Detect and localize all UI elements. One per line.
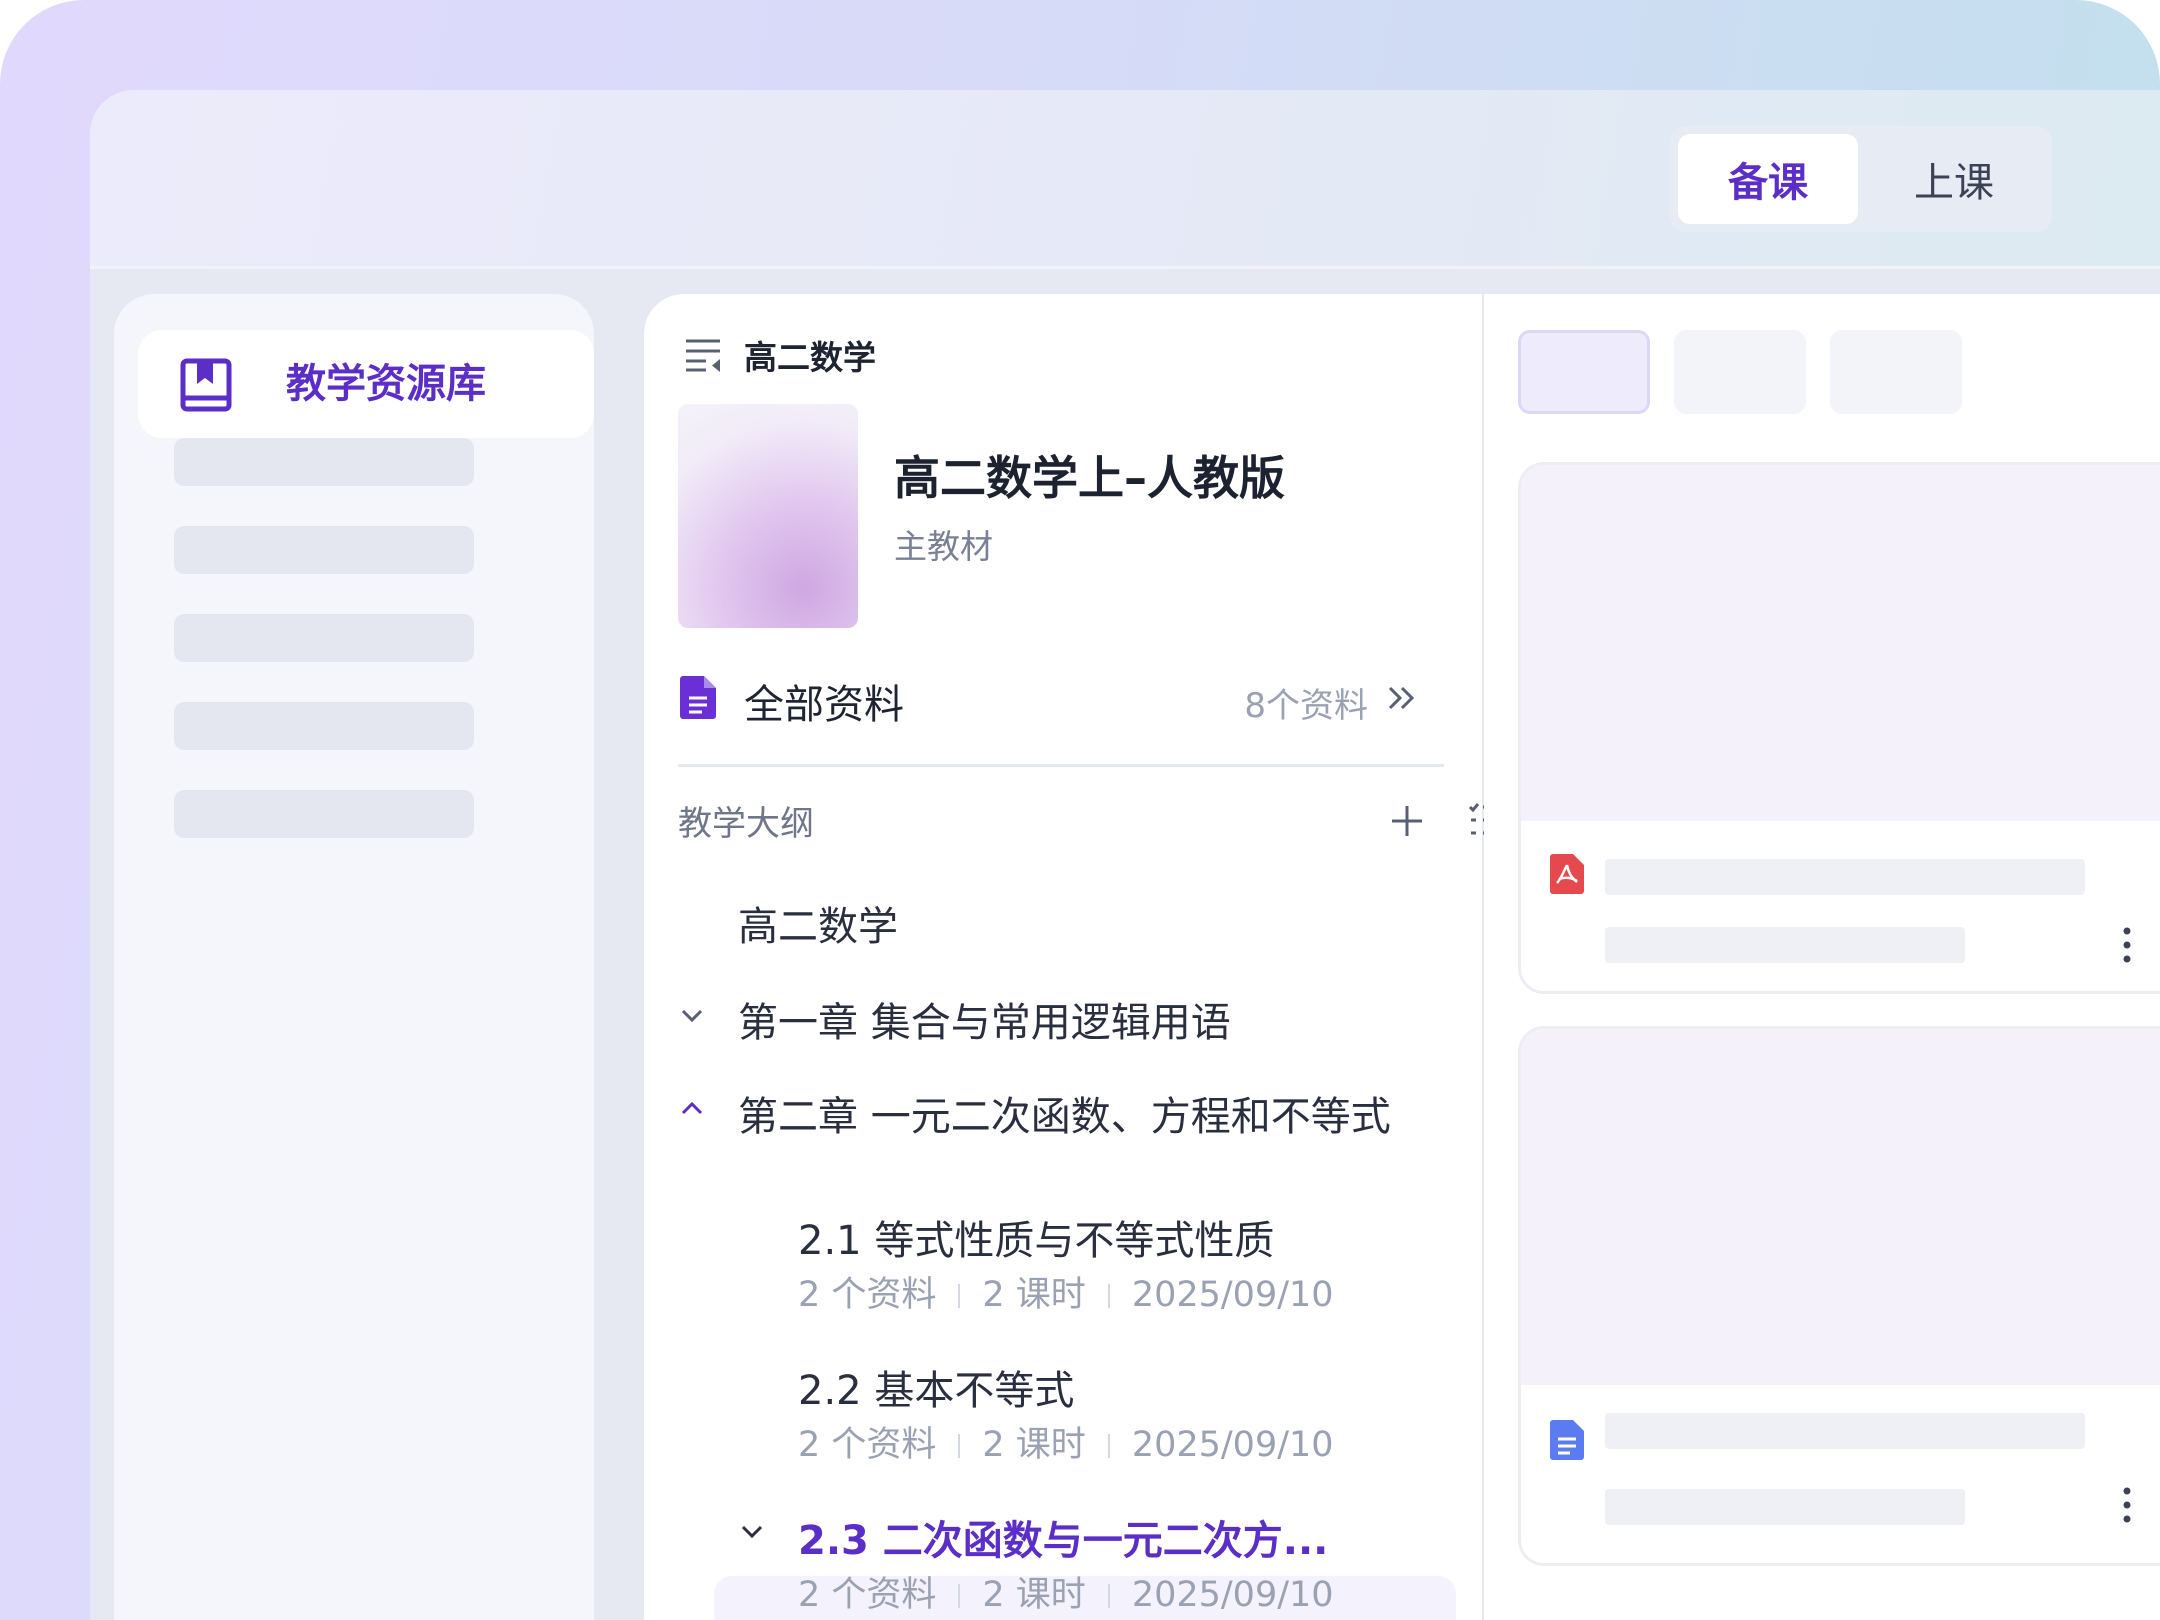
collapse-menu-icon <box>686 339 720 372</box>
sidebar-placeholder <box>174 438 474 486</box>
outline-label: 教学大纲 <box>678 804 814 844</box>
meta-placeholder <box>1605 1489 1965 1525</box>
chapter-2[interactable]: 第二章 一元二次函数、方程和不等式 <box>738 1084 1391 1142</box>
chevron-down-icon[interactable] <box>678 1002 706 1030</box>
section-2-1-meta: 2 个资料 2 课时 2025/09/10 <box>798 1275 1334 1315</box>
book-icon <box>180 358 232 412</box>
title-placeholder <box>1605 1413 2085 1449</box>
book-title: 高二数学上–人教版 <box>894 451 1285 505</box>
chevron-up-icon[interactable] <box>678 1094 706 1122</box>
outline-panel: 高二数学 高二数学上–人教版 主教材 全部资料 8个资料 教学大纲 高二数学 第… <box>644 294 1504 1620</box>
section-2-2-meta: 2 个资料 2 课时 2025/09/10 <box>798 1425 1334 1465</box>
materials-count: 8个资料 <box>1244 686 1368 726</box>
title-placeholder <box>1605 859 2085 895</box>
section-2-3[interactable]: 2.3 二次函数与一元二次方... <box>798 1508 1328 1566</box>
pdf-file-icon <box>1550 854 1584 894</box>
section-2-1[interactable]: 2.1 等式性质与不等式性质 <box>798 1208 1274 1266</box>
document-icon <box>680 676 716 719</box>
section-2-2[interactable]: 2.2 基本不等式 <box>798 1358 1074 1416</box>
app-background: 备课 上课 教学资源库 高二数学 高二数学上–人教版 主教材 全部资料 8个资料… <box>0 0 2160 1620</box>
outline-root[interactable]: 高二数学 <box>738 894 898 952</box>
material-card[interactable] <box>1518 462 2160 994</box>
all-materials-label: 全部资料 <box>744 682 904 728</box>
add-icon[interactable] <box>1390 804 1424 838</box>
sidebar-placeholder <box>174 526 474 574</box>
material-thumbnail <box>1521 1029 2160 1385</box>
all-materials-row[interactable]: 全部资料 8个资料 <box>678 664 1458 734</box>
subject-header[interactable]: 高二数学 <box>684 330 876 380</box>
filter-chip[interactable] <box>1518 330 1650 414</box>
subject-title: 高二数学 <box>744 338 876 377</box>
sidebar-placeholder <box>174 790 474 838</box>
book-cover <box>678 404 858 628</box>
app-window: 备课 上课 教学资源库 高二数学 高二数学上–人教版 主教材 全部资料 8个资料… <box>90 90 2160 1620</box>
sidebar-placeholder <box>174 614 474 662</box>
material-thumbnail <box>1521 465 2160 821</box>
divider <box>678 764 1444 767</box>
tab-teach[interactable]: 上课 <box>1864 134 2044 224</box>
more-vertical-icon[interactable] <box>2121 925 2133 965</box>
material-card[interactable] <box>1518 1026 2160 1566</box>
materials-panel <box>1484 294 2160 1620</box>
top-header: 备课 上课 <box>90 90 2160 269</box>
chapter-1[interactable]: 第一章 集合与常用逻辑用语 <box>738 990 1231 1048</box>
sidebar-item-resource-library[interactable]: 教学资源库 <box>138 330 594 438</box>
book-subtitle: 主教材 <box>894 527 993 566</box>
sidebar-item-label: 教学资源库 <box>286 361 486 407</box>
chevron-down-icon[interactable] <box>738 1518 766 1546</box>
sidebar-placeholder <box>174 702 474 750</box>
filter-chip[interactable] <box>1830 330 1962 414</box>
sidebar: 教学资源库 <box>114 294 594 1620</box>
double-chevron-right-icon[interactable] <box>1384 680 1420 716</box>
filter-chip[interactable] <box>1674 330 1806 414</box>
section-2-3-meta: 2 个资料 2 课时 2025/09/10 <box>798 1575 1334 1615</box>
tab-prepare[interactable]: 备课 <box>1678 134 1858 224</box>
mode-switch: 备课 上课 <box>1670 126 2052 232</box>
doc-file-icon <box>1550 1420 1584 1460</box>
meta-placeholder <box>1605 927 1965 963</box>
more-vertical-icon[interactable] <box>2121 1485 2133 1525</box>
